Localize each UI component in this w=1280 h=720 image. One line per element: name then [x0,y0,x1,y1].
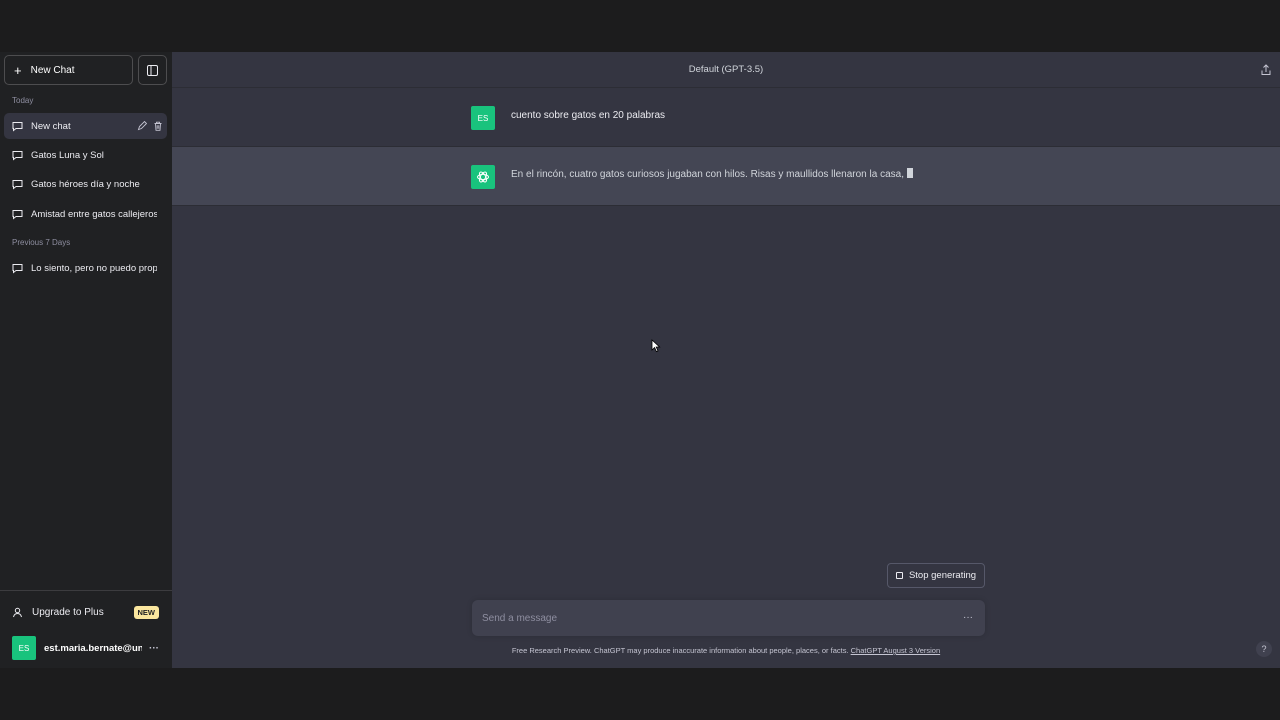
sidebar-chat-label: New chat [31,120,71,132]
loading-dots-icon: ··· [963,612,973,623]
user-message-text: cuento sobre gatos en 20 palabras [511,110,665,121]
new-badge: NEW [133,605,159,619]
assistant-message: En el rincón, cuatro gatos curiosos juga… [511,168,913,180]
app-window: + New Chat Today New chat Gatos Luna y S… [0,52,1280,668]
chat-actions [137,121,163,131]
user-avatar: ES [471,106,495,130]
share-icon[interactable] [1260,64,1272,76]
stop-generating-label: Stop generating [908,570,977,581]
sidebar-chat-item[interactable]: Gatos héroes día y noche [4,171,167,197]
assistant-message-text: En el rincón, cuatro gatos curiosos juga… [511,169,904,180]
sidebar-chat-item[interactable]: Lo siento, pero no puedo prop [4,255,167,281]
account-menu-button[interactable]: ES est.maria.bernate@uni ··· [4,633,167,663]
new-chat-label: New Chat [30,64,75,76]
model-title: Default (GPT-3.5) [688,64,764,75]
account-email: est.maria.bernate@uni [44,642,142,654]
stop-icon [895,572,903,579]
avatar: ES [12,636,36,660]
assistant-message-row: En el rincón, cuatro gatos curiosos juga… [172,147,1280,206]
sidebar-chat-item[interactable]: Amistad entre gatos callejeros [4,201,167,227]
chat-bubble-icon [12,150,23,161]
section-label-previous-7-days: Previous 7 Days [12,238,71,247]
sidebar-chat-label: Amistad entre gatos callejeros [31,208,157,220]
sidebar-chat-label: Gatos Luna y Sol [31,149,104,161]
disclaimer-footer: Free Research Preview. ChatGPT may produ… [172,646,1280,655]
version-link[interactable]: ChatGPT August 3 Version [851,646,941,655]
sidebar-footer: Upgrade to Plus NEW ES est.maria.bernate… [0,590,172,660]
sidebar-toggle-icon [147,64,158,76]
upgrade-to-plus-button[interactable]: Upgrade to Plus NEW [4,597,167,627]
chat-bubble-icon [12,179,23,190]
chat-bubble-icon [12,121,23,132]
trash-icon[interactable] [153,121,163,131]
topbar: Default (GPT-3.5) [172,52,1280,88]
message-composer: ··· [472,600,985,636]
section-label-today: Today [12,96,34,105]
plus-icon: + [14,62,22,78]
upgrade-label: Upgrade to Plus [32,606,104,618]
edit-icon[interactable] [137,121,147,131]
help-button[interactable]: ? [1256,641,1272,657]
user-icon [13,607,22,617]
chatgpt-logo-icon [471,165,495,189]
sidebar: + New Chat Today New chat Gatos Luna y S… [0,52,172,668]
more-options-icon: ··· [149,642,159,654]
sidebar-chat-label: Lo siento, pero no puedo prop [31,262,157,274]
chat-bubble-icon [12,209,23,220]
toggle-sidebar-button[interactable] [138,55,167,85]
new-chat-button[interactable]: + New Chat [4,55,133,85]
chat-bubble-icon [12,263,23,274]
disclaimer-text: Free Research Preview. ChatGPT may produ… [511,646,851,655]
user-message-row: ES cuento sobre gatos en 20 palabras [172,88,1280,147]
sidebar-chat-label: Gatos héroes día y noche [31,178,140,190]
chat-main: Default (GPT-3.5) ES cuento sobre gatos … [172,52,1280,668]
mouse-pointer-icon [651,339,661,353]
stop-generating-button[interactable]: Stop generating [887,563,985,588]
sidebar-chat-item[interactable]: New chat [4,113,167,139]
typing-cursor [907,168,913,178]
message-input[interactable] [482,609,942,627]
sidebar-chat-item[interactable]: Gatos Luna y Sol [4,142,167,168]
